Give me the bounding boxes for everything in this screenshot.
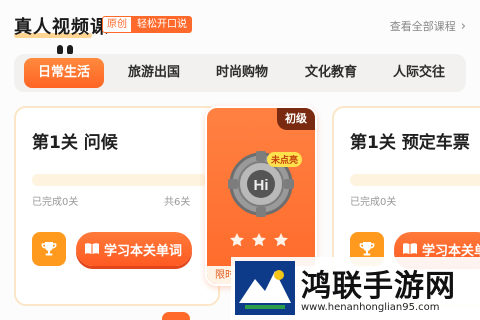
completed-count: 已完成0关: [350, 197, 397, 208]
original-tag: 原创: [102, 16, 132, 33]
total-count: 共6关: [164, 197, 191, 208]
pager-indicator: [162, 312, 190, 320]
tab-culture-education[interactable]: 文化教育: [291, 58, 371, 88]
completed-count: 已完成0关: [32, 197, 79, 208]
level-tag: 初级: [277, 108, 315, 130]
book-icon: [84, 242, 100, 256]
trophy-icon: [41, 242, 57, 256]
view-all-courses-link[interactable]: 查看全部课程 ›: [390, 18, 466, 34]
watermark-logo-icon: [235, 261, 295, 319]
slogan-tag: 轻松开口说: [132, 16, 192, 33]
level-stars: [229, 232, 289, 248]
study-words-label: 学习本关单: [422, 243, 480, 259]
tab-daily-life[interactable]: 日常生活: [24, 58, 104, 88]
page-title: 真人视频课: [14, 17, 109, 38]
study-words-label: 学习本关单词: [104, 243, 183, 259]
badge-text: Hi: [254, 177, 269, 194]
tab-social[interactable]: 人际交往: [379, 58, 459, 88]
trophy-icon: [359, 242, 375, 256]
tab-travel[interactable]: 旅游出国: [114, 58, 194, 88]
watermark-url: www.henanhonglian95.com: [301, 302, 440, 313]
category-tab-bar: 日常生活 旅游出国 时尚购物 文化教育 人际交往: [14, 54, 466, 92]
course-tags: 原创 轻松开口说: [102, 16, 192, 33]
lesson-progress-bar: [32, 174, 208, 186]
view-all-label: 查看全部课程: [389, 20, 456, 33]
study-words-button[interactable]: 学习本关单词: [76, 232, 192, 266]
chevron-right-icon: ›: [460, 18, 466, 34]
watermark: 鸿联手游网 www.henanhonglian95.com: [231, 257, 480, 320]
unlit-status-label: 未点亮: [267, 152, 303, 167]
lesson-card[interactable]: 第1关 问候 已完成0关 共6关 学习本关单词: [14, 106, 220, 306]
watermark-title: 鸿联手游网: [301, 269, 456, 304]
lesson-title: 第1关 问候: [32, 133, 118, 153]
lesson-progress-bar: [350, 174, 480, 186]
header: 真人视频课 原创 轻松开口说 查看全部课程 ›: [0, 0, 480, 48]
star-icon: [230, 233, 244, 247]
star-icon: [274, 233, 288, 247]
lesson-title: 第1关 预定车票: [350, 133, 470, 153]
book-icon: [402, 242, 418, 256]
tab-fashion-shopping[interactable]: 时尚购物: [202, 58, 282, 88]
star-icon: [252, 233, 266, 247]
trophy-button[interactable]: [32, 232, 66, 266]
